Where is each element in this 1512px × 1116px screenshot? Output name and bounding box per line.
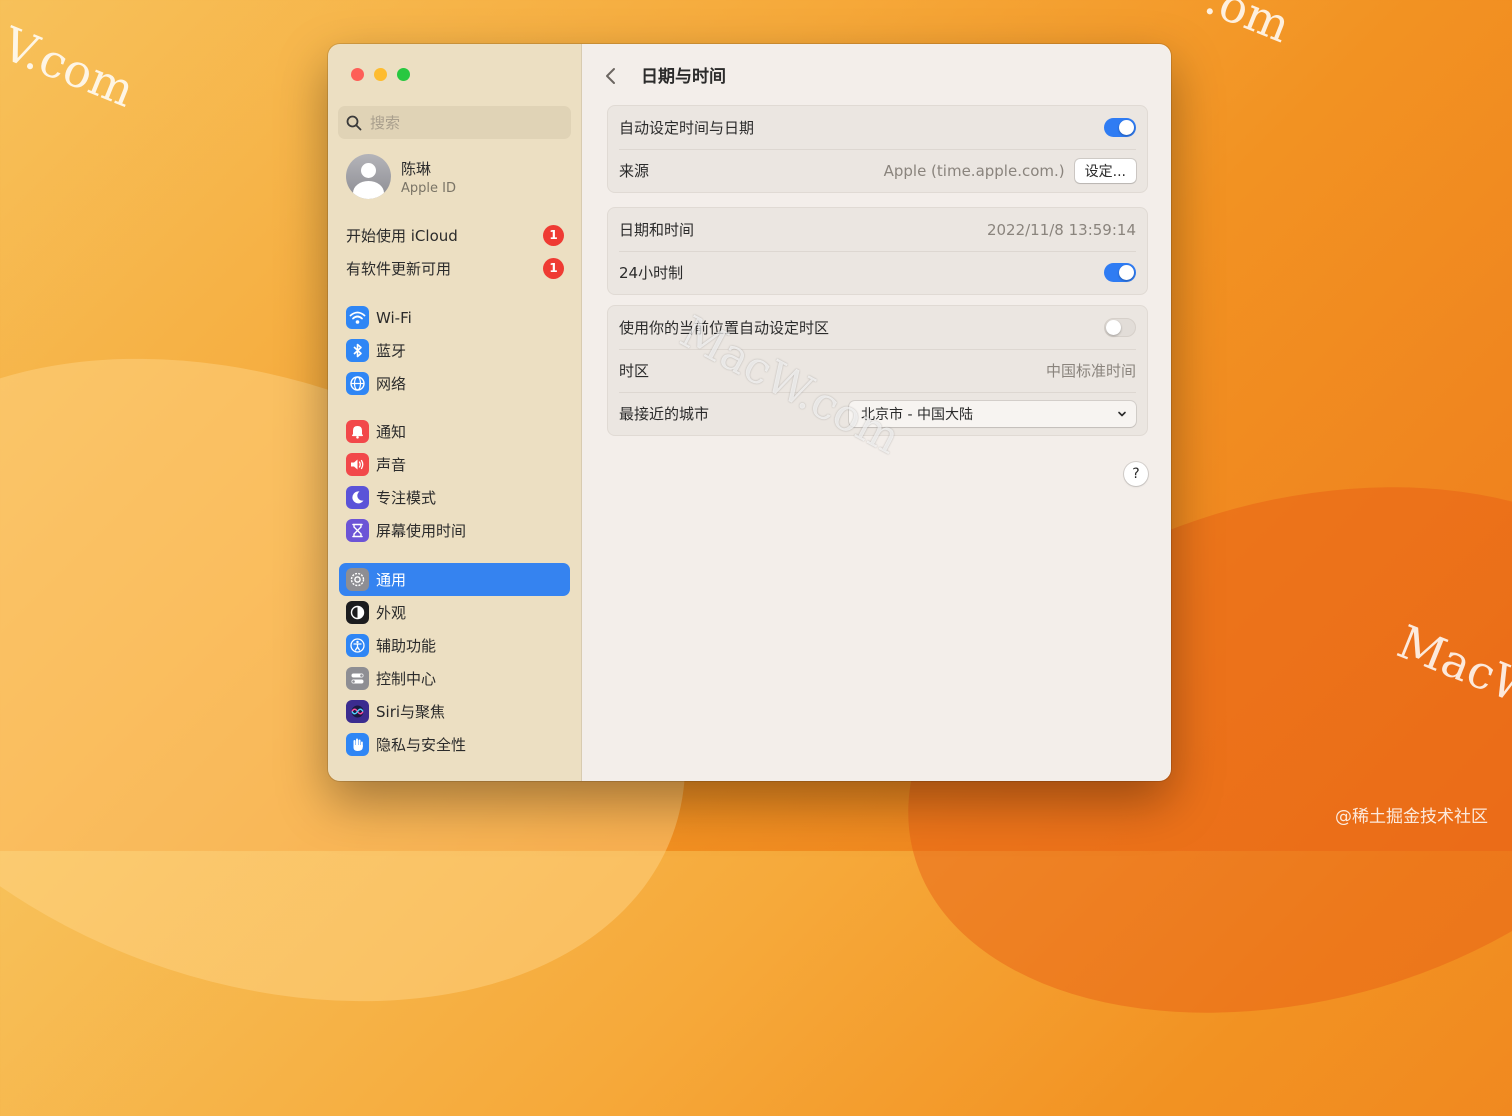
appearance-icon [346, 601, 369, 624]
sidebar-item-label: 声音 [376, 456, 407, 474]
sidebar-item-control-center[interactable]: 控制中心 [339, 662, 570, 695]
sidebar-item-label: 蓝牙 [376, 342, 407, 360]
set-source-button[interactable]: 设定... [1074, 158, 1136, 183]
avatar [346, 154, 391, 199]
datetime-value[interactable]: 2022/11/8 13:59:14 [987, 221, 1136, 239]
datetime-row: 日期和时间 2022/11/8 13:59:14 [608, 208, 1147, 251]
auto-time-row: 自动设定时间与日期 [608, 106, 1147, 149]
page-title: 日期与时间 [641, 67, 726, 87]
sidebar-item-label: 专注模式 [376, 489, 437, 507]
hourglass-icon [346, 519, 369, 542]
sidebar: 搜索 陈琳 Apple ID 开始使用 iCloud 1 有软件更新可用 1 W… [328, 44, 582, 781]
help-button[interactable]: ? [1124, 462, 1148, 486]
back-chevron-icon[interactable] [604, 66, 618, 86]
bluetooth-icon [346, 339, 369, 362]
window-controls [351, 68, 410, 81]
sidebar-item-accessibility[interactable]: 辅助功能 [339, 629, 570, 662]
sidebar-item-network[interactable]: 网络 [339, 367, 570, 400]
chevron-down-icon [1118, 411, 1126, 416]
apple-id-profile[interactable]: 陈琳 Apple ID [346, 154, 456, 199]
wifi-icon [346, 306, 369, 329]
sidebar-item-label: 网络 [376, 375, 407, 393]
watermark-top-left: V.com [0, 16, 143, 118]
sidebar-item-bluetooth[interactable]: 蓝牙 [339, 334, 570, 367]
notification-badge: 1 [543, 225, 564, 246]
sidebar-item-siri-spotlight[interactable]: Siri与聚焦 [339, 695, 570, 728]
sidebar-item-label: 屏幕使用时间 [376, 522, 467, 540]
watermark-top-right: .om [1198, 0, 1298, 54]
minimize-button[interactable] [374, 68, 387, 81]
control-center-icon [346, 667, 369, 690]
source-row: 来源 Apple (time.apple.com.) 设定... [608, 149, 1147, 192]
datetime-label: 日期和时间 [619, 221, 695, 239]
settings-group-datetime: 日期和时间 2022/11/8 13:59:14 24小时制 [607, 207, 1148, 295]
profile-name: 陈琳 [401, 159, 432, 178]
globe-icon [346, 372, 369, 395]
speaker-icon [346, 453, 369, 476]
auto-timezone-toggle[interactable] [1104, 318, 1136, 337]
search-icon [346, 115, 362, 130]
clock24-toggle[interactable] [1104, 263, 1136, 282]
sidebar-item-label: 控制中心 [376, 670, 437, 688]
source-label: 来源 [619, 162, 650, 180]
sidebar-item-label: Wi-Fi [376, 308, 412, 327]
source-credit: @稀土掘金技术社区 [1335, 807, 1488, 827]
closest-city-label: 最接近的城市 [619, 405, 710, 423]
sidebar-item-general[interactable]: 通用 [339, 563, 570, 596]
sidebar-item-label: 辅助功能 [376, 637, 437, 655]
timezone-label: 时区 [619, 362, 650, 380]
alert-label: 开始使用 iCloud [346, 227, 458, 245]
auto-time-label: 自动设定时间与日期 [619, 119, 755, 137]
zoom-button[interactable] [397, 68, 410, 81]
sidebar-item-label: Siri与聚焦 [376, 703, 446, 721]
search-placeholder: 搜索 [370, 114, 401, 132]
sidebar-item-screen-time[interactable]: 屏幕使用时间 [339, 514, 570, 547]
sidebar-item-notifications[interactable]: 通知 [339, 415, 570, 448]
alert-icloud[interactable]: 开始使用 iCloud 1 [346, 225, 564, 246]
sidebar-item-label: 外观 [376, 604, 407, 622]
sidebar-item-sound[interactable]: 声音 [339, 448, 570, 481]
sidebar-item-appearance[interactable]: 外观 [339, 596, 570, 629]
auto-time-toggle[interactable] [1104, 118, 1136, 137]
sidebar-item-label: 隐私与安全性 [376, 736, 467, 754]
alert-label: 有软件更新可用 [346, 260, 452, 278]
siri-icon [346, 700, 369, 723]
profile-subtitle: Apple ID [401, 180, 456, 196]
bell-icon [346, 420, 369, 443]
search-input[interactable]: 搜索 [338, 106, 571, 139]
sidebar-item-privacy-security[interactable]: 隐私与安全性 [339, 728, 570, 761]
sidebar-item-label: 通知 [376, 423, 407, 441]
timezone-value: 中国标准时间 [1045, 362, 1136, 380]
source-value: Apple (time.apple.com.) [883, 161, 1065, 180]
sidebar-item-label: 通用 [376, 571, 407, 589]
settings-window: 搜索 陈琳 Apple ID 开始使用 iCloud 1 有软件更新可用 1 W… [328, 44, 1171, 781]
sidebar-item-wifi[interactable]: Wi-Fi [339, 301, 570, 334]
moon-icon [346, 486, 369, 509]
clock24-label: 24小时制 [619, 264, 684, 282]
notification-badge: 1 [543, 258, 564, 279]
alert-software-update[interactable]: 有软件更新可用 1 [346, 258, 564, 279]
close-button[interactable] [351, 68, 364, 81]
hand-icon [346, 733, 369, 756]
sidebar-item-focus[interactable]: 专注模式 [339, 481, 570, 514]
clock24-row: 24小时制 [608, 251, 1147, 294]
gear-icon [346, 568, 369, 591]
accessibility-icon [346, 634, 369, 657]
settings-group-auto-time: 自动设定时间与日期 来源 Apple (time.apple.com.) 设定.… [607, 105, 1148, 193]
